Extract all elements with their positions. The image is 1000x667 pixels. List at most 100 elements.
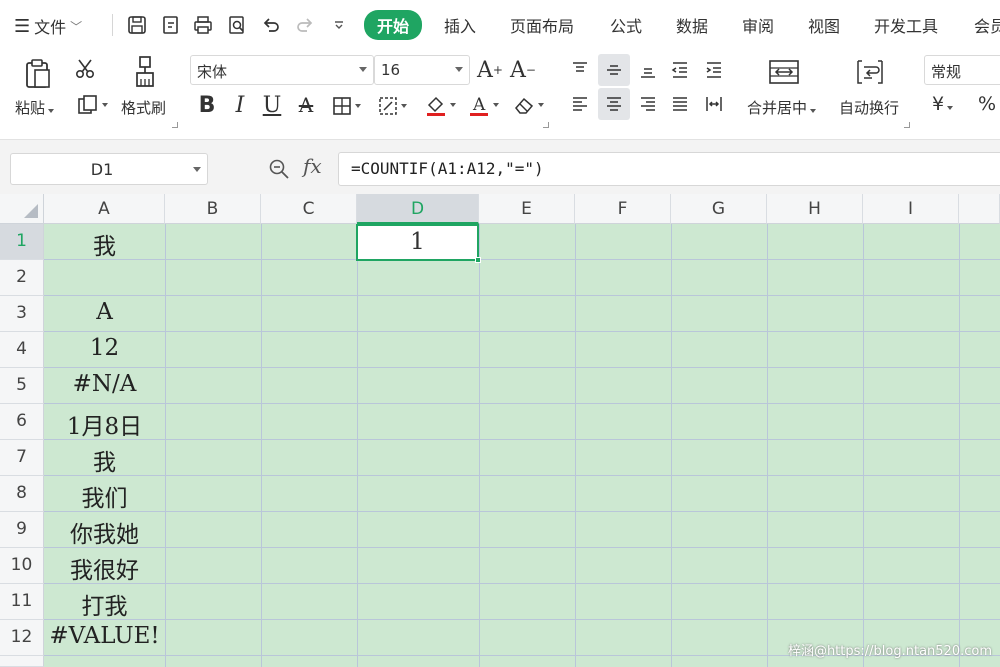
group-launcher-icon[interactable] xyxy=(172,122,178,128)
bold-icon[interactable]: B xyxy=(194,91,220,119)
insert-function-button[interactable]: fx xyxy=(303,154,322,178)
cell-a3[interactable]: A xyxy=(44,296,165,332)
cell-a9[interactable]: 你我她 xyxy=(44,512,165,548)
wrap-text-icon[interactable] xyxy=(852,56,888,88)
align-center-icon[interactable] xyxy=(598,88,630,120)
row-header-7[interactable]: 7 xyxy=(0,440,44,476)
gridline xyxy=(44,403,1000,404)
column-header-d[interactable]: D xyxy=(357,194,479,224)
row-header-1[interactable]: 1 xyxy=(0,224,44,260)
row-header-5[interactable]: 5 xyxy=(0,368,44,404)
select-all-button[interactable] xyxy=(0,194,44,224)
tab-formulas[interactable]: 公式 xyxy=(610,13,642,37)
cell-a8[interactable]: 我们 xyxy=(44,476,165,512)
percent-format-button[interactable]: % xyxy=(978,93,996,115)
cell-a6[interactable]: 1月8日 xyxy=(44,404,165,440)
column-header-i[interactable]: I xyxy=(863,194,959,224)
merge-center-button[interactable]: 合并居中 xyxy=(747,97,817,118)
format-painter-icon[interactable] xyxy=(130,54,160,90)
clear-button[interactable] xyxy=(508,91,548,119)
name-box[interactable]: D1 xyxy=(10,153,208,185)
row-header-10[interactable]: 10 xyxy=(0,548,44,584)
paste-button[interactable]: 粘贴 xyxy=(15,97,55,118)
increase-font-size-icon[interactable]: A + xyxy=(477,56,503,84)
cell-a4[interactable]: 12 xyxy=(44,332,165,368)
distributed-align-icon[interactable] xyxy=(700,90,728,118)
align-bottom-icon[interactable] xyxy=(634,56,662,84)
align-top-icon[interactable] xyxy=(566,56,594,84)
group-launcher-icon[interactable] xyxy=(904,122,910,128)
formula-input[interactable]: =COUNTIF(A1:A12,"=") xyxy=(338,152,1000,186)
active-cell-d1[interactable]: 1 xyxy=(356,224,481,263)
font-color-button[interactable]: A xyxy=(464,91,502,119)
row-header-3[interactable]: 3 xyxy=(0,296,44,332)
cut-icon[interactable] xyxy=(72,56,98,82)
copy-button[interactable] xyxy=(74,92,110,118)
print-icon[interactable] xyxy=(190,12,216,38)
underline-icon[interactable]: U xyxy=(260,91,284,119)
group-launcher-icon[interactable] xyxy=(543,122,549,128)
increase-indent-icon[interactable] xyxy=(700,56,728,84)
cell-a12[interactable]: #VALUE! xyxy=(44,620,165,656)
row-header-11[interactable]: 11 xyxy=(0,584,44,620)
borders-button[interactable] xyxy=(326,93,366,119)
row-header-13[interactable] xyxy=(0,656,44,667)
decrease-font-size-icon[interactable]: A − xyxy=(510,56,536,84)
currency-format-button[interactable]: ¥ xyxy=(932,93,954,115)
decrease-indent-icon[interactable] xyxy=(666,56,694,84)
column-header-e[interactable]: E xyxy=(479,194,575,224)
row-header-8[interactable]: 8 xyxy=(0,476,44,512)
fill-handle[interactable] xyxy=(475,257,481,263)
undo-icon[interactable] xyxy=(258,12,284,38)
column-header-f[interactable]: F xyxy=(575,194,671,224)
align-right-icon[interactable] xyxy=(634,90,662,118)
column-header-b[interactable]: B xyxy=(165,194,261,224)
cell-a1[interactable]: 我 xyxy=(44,224,165,260)
cell-grid[interactable]: 我 A 12 #N/A 1月8日 我 我们 你我她 我很好 打我 #VALUE!… xyxy=(44,224,1000,667)
align-left-icon[interactable] xyxy=(566,90,594,118)
file-menu[interactable]: ☰ 文件 ﹀ xyxy=(14,14,82,38)
align-middle-icon[interactable] xyxy=(598,54,630,86)
merge-center-icon[interactable] xyxy=(766,56,802,88)
italic-icon[interactable]: I xyxy=(228,91,252,119)
tab-developer[interactable]: 开发工具 xyxy=(874,13,938,37)
cell-a2[interactable] xyxy=(44,260,165,296)
tab-member[interactable]: 会员 xyxy=(974,13,1000,37)
row-header-12[interactable]: 12 xyxy=(0,620,44,656)
print-preview-icon[interactable] xyxy=(224,12,250,38)
column-header-j[interactable] xyxy=(959,194,1000,224)
tab-review[interactable]: 审阅 xyxy=(742,13,774,37)
row-header-4[interactable]: 4 xyxy=(0,332,44,368)
justify-icon[interactable] xyxy=(666,90,694,118)
tab-home[interactable]: 开始 xyxy=(364,10,423,40)
zoom-search-icon[interactable] xyxy=(266,156,292,182)
wrap-text-label[interactable]: 自动换行 xyxy=(839,97,899,118)
row-header-6[interactable]: 6 xyxy=(0,404,44,440)
export-pdf-icon[interactable] xyxy=(158,12,184,38)
row-header-9[interactable]: 9 xyxy=(0,512,44,548)
column-header-c[interactable]: C xyxy=(261,194,357,224)
fill-color-button[interactable] xyxy=(420,91,460,119)
column-header-a[interactable]: A xyxy=(44,194,165,224)
cell-a7[interactable]: 我 xyxy=(44,440,165,476)
tab-page-layout[interactable]: 页面布局 xyxy=(510,13,574,37)
redo-icon[interactable] xyxy=(292,12,318,38)
tab-data[interactable]: 数据 xyxy=(676,13,708,37)
column-header-h[interactable]: H xyxy=(767,194,863,224)
row-header-2[interactable]: 2 xyxy=(0,260,44,296)
paste-icon[interactable] xyxy=(20,56,56,92)
column-header-g[interactable]: G xyxy=(671,194,767,224)
cell-a5[interactable]: #N/A xyxy=(44,368,165,404)
save-icon[interactable] xyxy=(124,12,150,38)
format-painter-label[interactable]: 格式刷 xyxy=(121,97,166,118)
tab-insert[interactable]: 插入 xyxy=(444,13,476,37)
font-size-select[interactable]: 16 xyxy=(374,55,470,85)
number-format-select[interactable]: 常规 xyxy=(924,55,1000,85)
strikethrough-icon[interactable]: A xyxy=(294,91,318,119)
cell-a10[interactable]: 我很好 xyxy=(44,548,165,584)
cell-a11[interactable]: 打我 xyxy=(44,584,165,620)
customize-toolbar-icon[interactable] xyxy=(326,12,352,38)
tab-view[interactable]: 视图 xyxy=(808,13,840,37)
cell-style-button[interactable] xyxy=(372,93,412,119)
font-name-select[interactable]: 宋体 xyxy=(190,55,374,85)
